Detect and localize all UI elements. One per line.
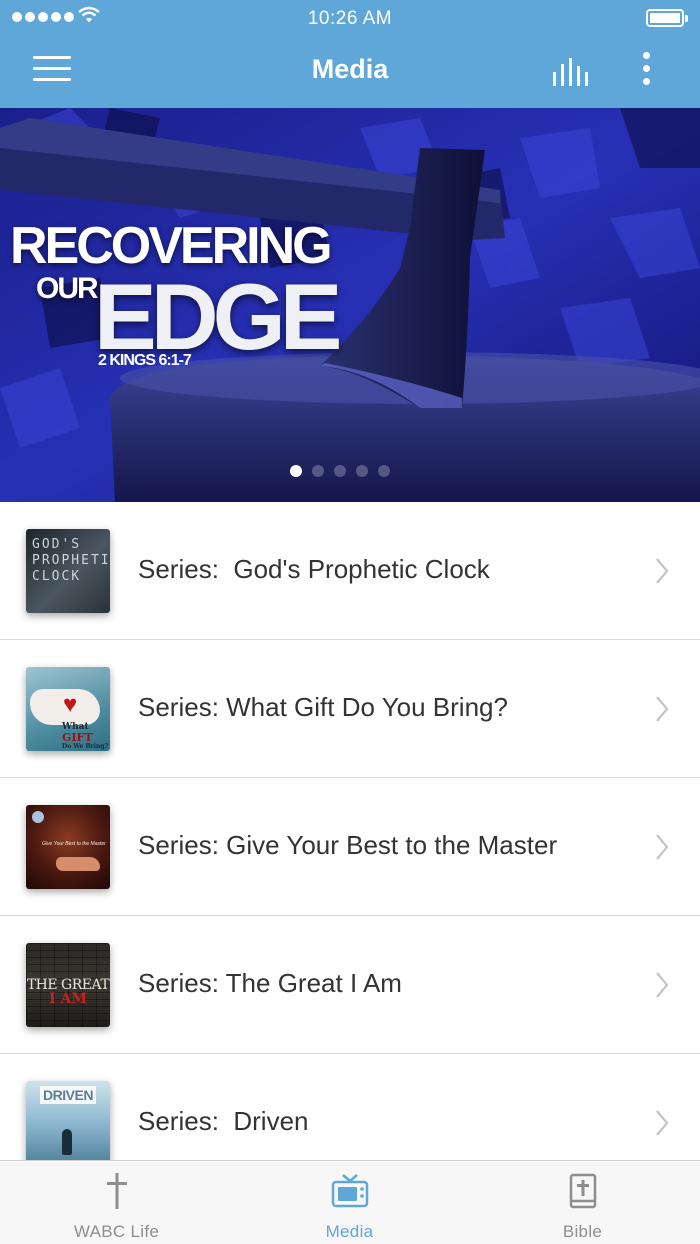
list-item[interactable]: DRIVEN Series: Driven <box>0 1054 700 1160</box>
battery-icon <box>646 9 688 27</box>
thumb-text: Give Your Best to the Master <box>42 841 106 847</box>
series-list: GOD'S PROPHETIC CLOCK Series: God's Prop… <box>0 502 700 1160</box>
tab-bible[interactable]: Bible <box>466 1161 699 1244</box>
series-title: Series: Driven <box>138 1106 309 1136</box>
chevron-right-icon <box>656 834 669 860</box>
carousel-page-indicator[interactable] <box>290 465 390 477</box>
series-thumbnail: DRIVEN <box>26 1081 110 1160</box>
navigation-bar: Media <box>0 36 700 108</box>
carousel-dot[interactable] <box>312 465 324 477</box>
list-item[interactable]: ♥ What GIFT Do We Bring? Series: What Gi… <box>0 640 700 778</box>
hamburger-menu-icon[interactable] <box>33 56 73 86</box>
thumb-text: GOD'S <box>32 537 82 552</box>
tab-label: Bible <box>562 1222 603 1241</box>
hero-scripture-reference: 2 KINGS 6:1-7 <box>98 352 192 369</box>
top-bar: 10:26 AM Media <box>0 0 700 108</box>
equalizer-bars-icon[interactable] <box>552 58 592 88</box>
list-item[interactable]: THE GREAT I AM Series: The Great I Am <box>0 916 700 1054</box>
thumb-text: DRIVEN <box>40 1086 96 1104</box>
thumb-text: PROPHETIC <box>32 553 110 568</box>
thumb-text: I AM <box>49 991 87 1007</box>
church-logo-icon <box>32 811 44 823</box>
hero-title-line3: EDGE <box>94 264 342 369</box>
thumb-text: GIFT <box>62 731 93 744</box>
chevron-right-icon <box>656 558 669 584</box>
chevron-right-icon <box>656 696 669 722</box>
tab-label: WABC Life <box>73 1222 160 1241</box>
carousel-dot[interactable] <box>290 465 302 477</box>
status-time: 10:26 AM <box>307 8 393 29</box>
vertical-dots-icon[interactable] <box>636 52 656 92</box>
series-title: Series: God's Prophetic Clock <box>138 554 490 584</box>
chevron-right-icon <box>656 1110 669 1136</box>
person-silhouette-icon <box>62 1129 72 1155</box>
series-title: Series: Give Your Best to the Master <box>138 830 558 860</box>
carousel-dot[interactable] <box>378 465 390 477</box>
series-thumbnail: THE GREAT I AM <box>26 943 110 1027</box>
page-title: Media <box>311 54 389 84</box>
status-bar: 10:26 AM <box>0 0 700 36</box>
carousel-dot[interactable] <box>356 465 368 477</box>
thumb-text: Do We Bring? <box>62 743 109 750</box>
series-title: Series: The Great I Am <box>138 968 402 998</box>
list-item[interactable]: GOD'S PROPHETIC CLOCK Series: God's Prop… <box>0 502 700 640</box>
hero-title-line2: OUR <box>36 272 99 305</box>
tab-label: Media <box>325 1222 374 1241</box>
series-title: Series: What Gift Do You Bring? <box>138 692 508 722</box>
tv-icon <box>331 1174 368 1208</box>
chevron-right-icon <box>656 972 669 998</box>
heart-icon: ♥ <box>63 691 78 718</box>
series-thumbnail: GOD'S PROPHETIC CLOCK <box>26 529 110 613</box>
cross-icon <box>106 1173 127 1209</box>
bible-book-icon <box>569 1173 596 1209</box>
thumb-text: CLOCK <box>32 569 82 584</box>
list-item[interactable]: Give Your Best to the Master Series: Giv… <box>0 778 700 916</box>
tab-wabc-life[interactable]: WABC Life <box>0 1161 233 1244</box>
series-thumbnail: ♥ What GIFT Do We Bring? <box>26 667 110 751</box>
series-thumbnail: Give Your Best to the Master <box>26 805 110 889</box>
tab-bar: WABC Life Media Bible <box>0 1160 700 1244</box>
featured-banner[interactable]: RECOVERING OUR EDGE 2 KINGS 6:1-7 <box>0 108 700 502</box>
carousel-dot[interactable] <box>334 465 346 477</box>
tab-media[interactable]: Media <box>233 1161 466 1244</box>
